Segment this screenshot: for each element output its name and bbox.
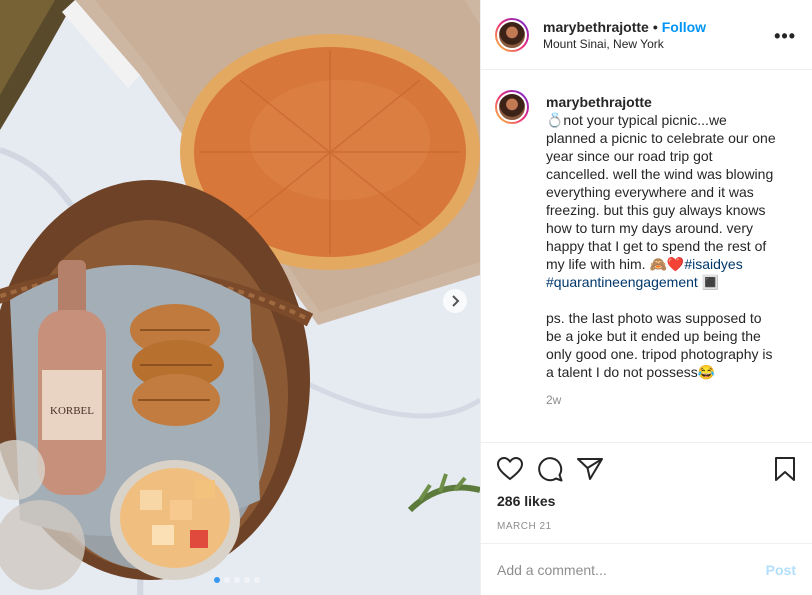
- comments-section: marybethrajotte 💍not your typical picnic…: [495, 90, 805, 409]
- carousel-dot: [254, 577, 260, 583]
- caption-line: my life with him. 🙈❤️: [546, 256, 685, 272]
- caption-line: happy that I get to spend the rest of: [546, 238, 767, 254]
- location-link[interactable]: Mount Sinai, New York: [543, 37, 706, 51]
- follow-button[interactable]: Follow: [662, 19, 706, 35]
- caption-line: year since our road trip got: [546, 148, 713, 164]
- caption-line: freezing. but this guy always knows: [546, 202, 766, 218]
- carousel-dot: [234, 577, 240, 583]
- caption-avatar[interactable]: [495, 90, 529, 124]
- caption-line: everything everywhere and it was: [546, 184, 754, 200]
- likes-count[interactable]: 286 likes: [481, 483, 812, 509]
- add-comment-bar: Post: [481, 543, 812, 595]
- post-date[interactable]: MARCH 21: [481, 509, 812, 532]
- caption-line: ps. the last photo was supposed to: [546, 310, 762, 326]
- caption-emoji: 🔳: [697, 274, 720, 290]
- action-bar: 286 likes MARCH 21: [481, 442, 812, 532]
- post-comment-button[interactable]: Post: [766, 562, 796, 578]
- hashtag-link[interactable]: #quarantineengagement: [546, 274, 698, 290]
- bottle-label: KORBEL: [50, 405, 94, 417]
- comment-icon[interactable]: [537, 456, 563, 482]
- bookmark-icon[interactable]: [774, 457, 796, 481]
- post-panel: marybethrajotte • Follow Mount Sinai, New …: [480, 0, 812, 595]
- caption-line: only good one. tripod photography is: [546, 346, 773, 362]
- carousel-dot: [224, 577, 230, 583]
- caption-line: a talent I do not possess😂: [546, 364, 716, 380]
- separator-dot: •: [652, 18, 658, 35]
- share-icon[interactable]: [577, 457, 603, 481]
- caption-line: 💍not your typical picnic...we: [546, 112, 727, 128]
- post-photo[interactable]: KORBEL: [0, 0, 480, 595]
- chevron-right-icon: [452, 295, 460, 307]
- caption-line: how to turn my days around. very: [546, 220, 753, 236]
- caption-line: be a joke but it ended up being the: [546, 328, 761, 344]
- carousel-dot: [214, 577, 220, 583]
- carousel-indicators: [214, 577, 260, 583]
- caption-line: cancelled. well the wind was blowing: [546, 166, 774, 182]
- username-link[interactable]: marybethrajotte: [543, 19, 649, 35]
- picnic-photo: KORBEL: [0, 0, 480, 595]
- caption: marybethrajotte 💍not your typical picnic…: [546, 93, 805, 409]
- hashtag-link[interactable]: #isaidyes: [684, 256, 742, 272]
- heart-icon[interactable]: [497, 457, 523, 481]
- next-photo-button[interactable]: [443, 289, 467, 313]
- caption-username[interactable]: marybethrajotte: [546, 93, 805, 111]
- caption-line: planned a picnic to celebrate our one: [546, 130, 776, 146]
- time-ago[interactable]: 2w: [546, 391, 805, 409]
- more-options-icon[interactable]: •••: [774, 26, 796, 47]
- post-header: marybethrajotte • Follow Mount Sinai, New …: [481, 0, 812, 70]
- avatar[interactable]: [495, 17, 529, 52]
- carousel-dot: [244, 577, 250, 583]
- comment-input[interactable]: [497, 561, 766, 578]
